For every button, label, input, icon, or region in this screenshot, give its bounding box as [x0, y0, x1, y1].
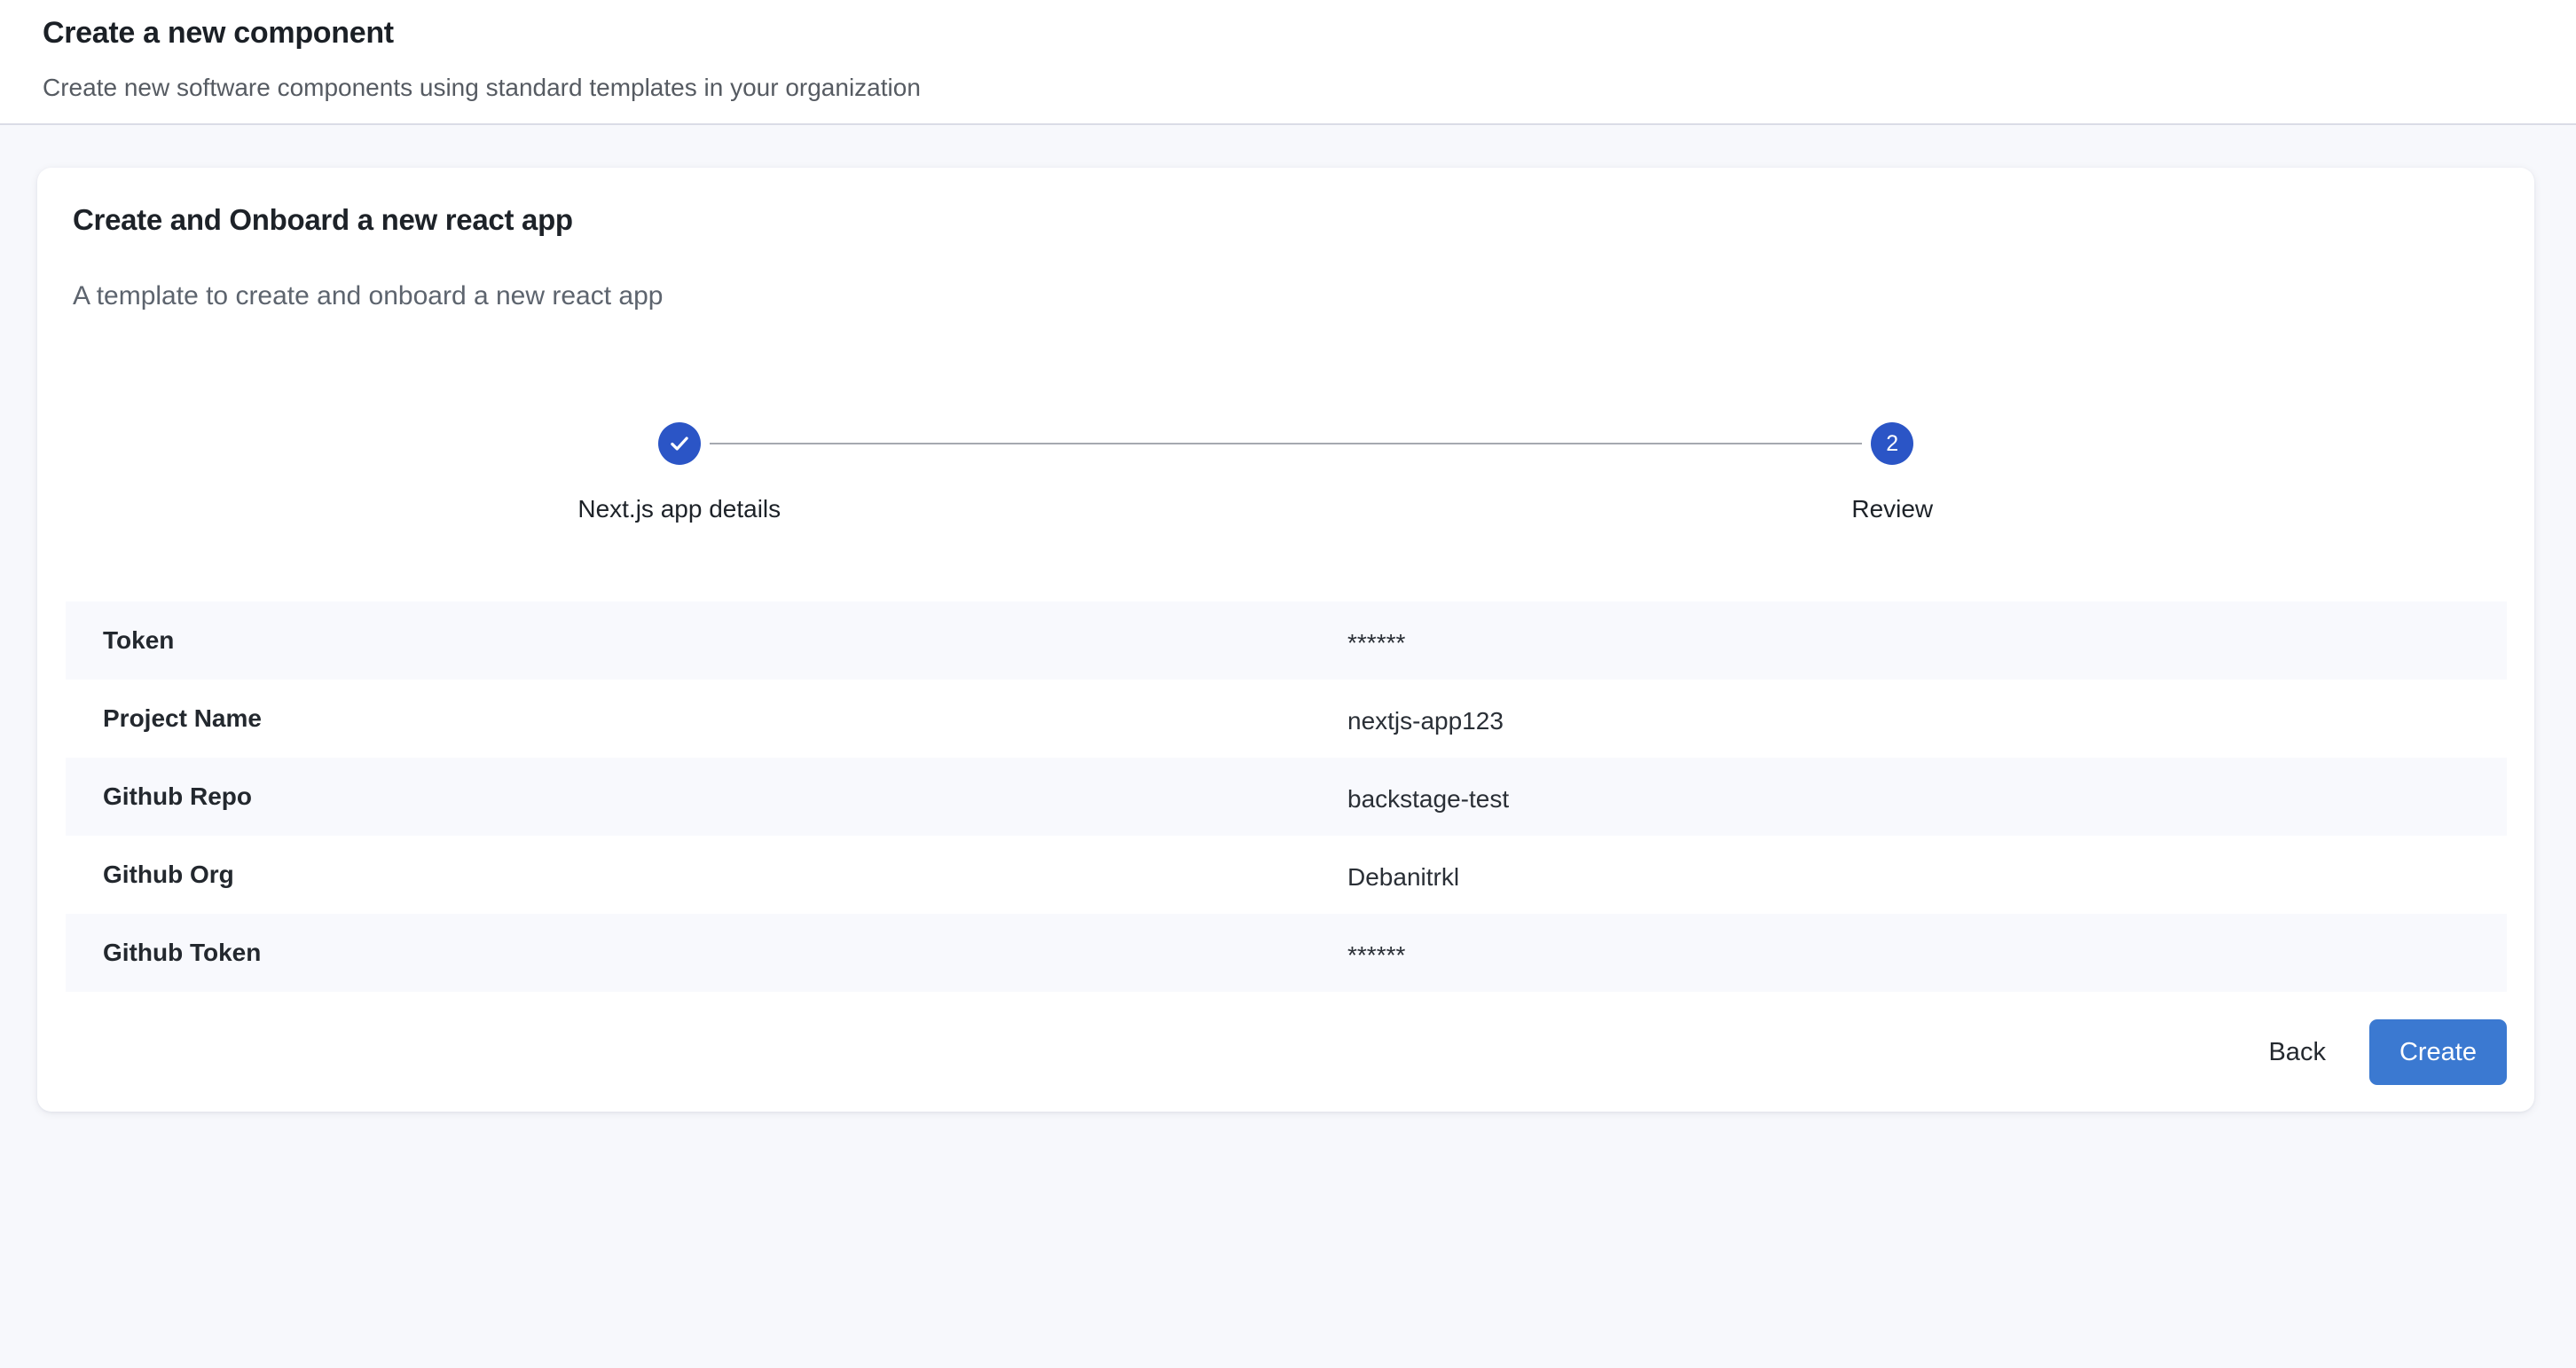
- row-label: Github Token: [66, 939, 1347, 967]
- page-header: Create a new component Create new softwa…: [0, 0, 2576, 125]
- row-value: nextjs-app123: [1347, 703, 1504, 735]
- row-label: Github Org: [66, 861, 1347, 889]
- review-table: Token ****** Project Name nextjs-app123 …: [66, 601, 2507, 992]
- table-row: Github Org Debanitrkl: [66, 836, 2507, 914]
- wizard-actions: Back Create: [37, 1019, 2534, 1085]
- row-value: ******: [1347, 625, 1405, 657]
- main-area: Create and Onboard a new react app A tem…: [0, 125, 2576, 1112]
- row-value: Debanitrkl: [1347, 859, 1459, 892]
- card-title: Create and Onboard a new react app: [73, 202, 2499, 238]
- table-row: Token ******: [66, 601, 2507, 680]
- row-value: ******: [1347, 937, 1405, 970]
- table-row: Project Name nextjs-app123: [66, 680, 2507, 758]
- back-button[interactable]: Back: [2243, 1022, 2350, 1083]
- step-nextjs-app-details[interactable]: Next.js app details: [73, 422, 1286, 525]
- template-wizard-card: Create and Onboard a new react app A tem…: [37, 168, 2534, 1112]
- row-label: Github Repo: [66, 782, 1347, 811]
- check-icon: [658, 422, 701, 465]
- stepper: Next.js app details 2 Review: [73, 422, 2499, 525]
- table-row: Github Token ******: [66, 914, 2507, 992]
- page-title: Create a new component: [43, 14, 2533, 51]
- row-label: Project Name: [66, 704, 1347, 733]
- create-button[interactable]: Create: [2369, 1019, 2507, 1085]
- step-number-icon: 2: [1871, 422, 1913, 465]
- step-label: Next.js app details: [577, 493, 781, 525]
- row-label: Token: [66, 626, 1347, 655]
- page-subtitle: Create new software components using sta…: [43, 73, 2533, 103]
- table-row: Github Repo backstage-test: [66, 758, 2507, 836]
- step-label: Review: [1851, 493, 1933, 525]
- card-subtitle: A template to create and onboard a new r…: [73, 280, 2499, 312]
- row-value: backstage-test: [1347, 781, 1509, 814]
- stepper-connector: [710, 443, 1863, 444]
- step-review[interactable]: 2 Review: [1286, 422, 2500, 525]
